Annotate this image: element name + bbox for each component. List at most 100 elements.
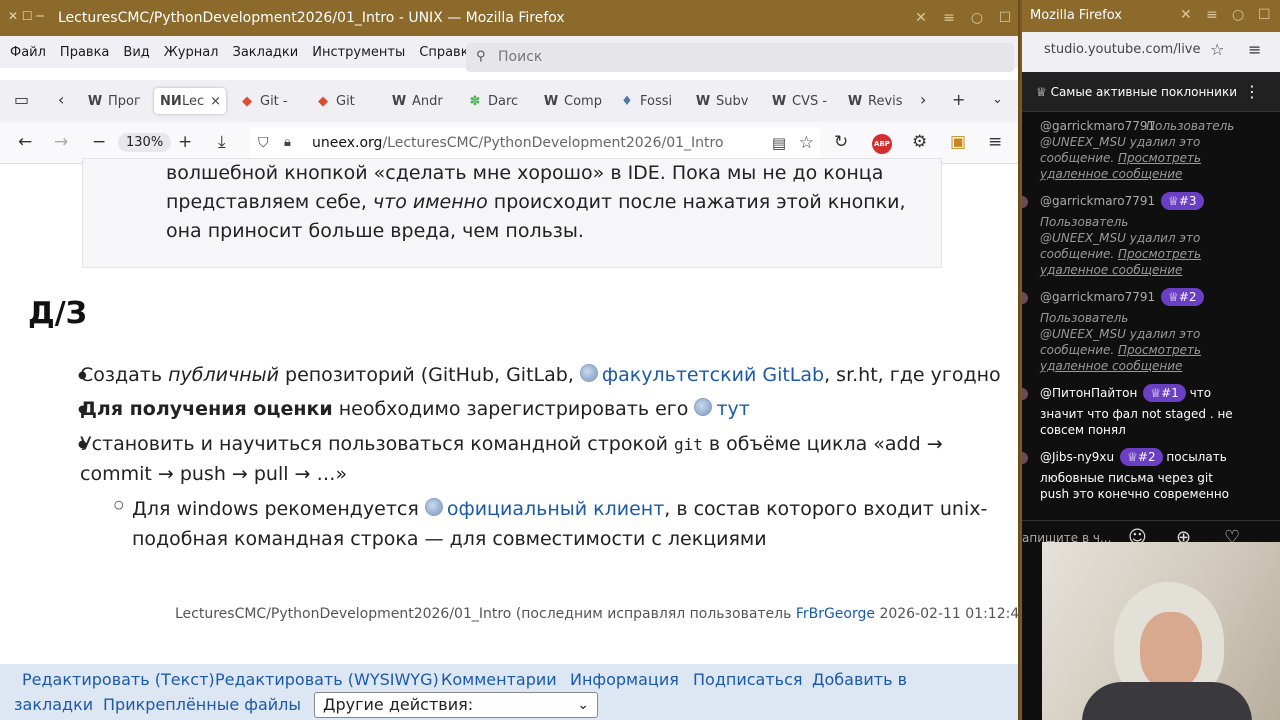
crown-icon: ♕ [1036, 85, 1051, 99]
crown-icon: ♕ [1168, 290, 1179, 304]
new-tab-icon[interactable]: + [952, 90, 965, 109]
chat-url-text: studio.youtube.com/live [1044, 42, 1201, 57]
tab-revision[interactable]: W Revis [846, 88, 910, 114]
window-titlebar[interactable]: ✕ ☐ ─ LecturesCMC/PythonDevelopment2026/… [0, 0, 1018, 36]
faculty-gitlab-link[interactable]: факультетский GitLab [602, 364, 824, 386]
menu-lines-icon[interactable]: ≡ [1206, 7, 1218, 23]
close-window-icon[interactable]: ✕ [1180, 7, 1192, 23]
tab-git-2[interactable]: ◆ Git [314, 88, 378, 114]
close-window-icon[interactable]: ✕ [912, 9, 930, 27]
fan-rank-badge: ♕#2 [1120, 448, 1163, 466]
official-client-link[interactable]: официальный клиент [447, 498, 664, 520]
page-info-footer: LecturesCMC/PythonDevelopment2026/01_Int… [175, 606, 1020, 622]
forward-arrow-icon[interactable]: → [54, 132, 68, 152]
shield-icon[interactable]: ⛉ [258, 135, 269, 151]
edit-text-link[interactable]: Редактировать (Текст) [22, 670, 215, 689]
menu-bookmarks[interactable]: Закладки [233, 45, 299, 60]
callout-text: волшебной кнопкой «сделать мне хорошо» в… [166, 162, 906, 242]
chat-window-title: Mozilla Firefox [1030, 8, 1122, 23]
back-arrow-icon[interactable]: ← [18, 132, 32, 152]
presenter-face [1140, 612, 1202, 690]
chat-url-bar[interactable]: studio.youtube.com/live ☆ ≡ [1022, 32, 1280, 72]
comments-link[interactable]: Комментарии [441, 670, 557, 689]
deleted-message-text: Пользователь @UNEEX_MSU удалил это сообщ… [1040, 119, 1235, 181]
maximize-icon[interactable]: ☐ [996, 9, 1014, 27]
top-fans-label[interactable]: ♕ Самые активные поклонники [1036, 85, 1237, 99]
menu-history[interactable]: Журнал [164, 45, 219, 60]
chat-author[interactable]: @garrickmaro7791 ♕#2 [1040, 288, 1204, 306]
menu-edit[interactable]: Правка [60, 45, 109, 60]
zoom-in-icon[interactable]: + [178, 132, 192, 152]
download-icon[interactable]: ⤓ [218, 132, 226, 152]
fossil-icon: ♦ [621, 93, 633, 109]
darcs-icon: ✽ [469, 93, 481, 109]
hamburger-menu-icon[interactable]: ≡ [1248, 40, 1261, 59]
list-item: Создать публичный репозиторий (GitHub, G… [78, 364, 1001, 386]
bookmark-star-icon[interactable]: ☆ [1210, 40, 1224, 59]
menu-file[interactable]: Файл [10, 45, 46, 60]
zoom-level[interactable]: 130% [118, 133, 172, 152]
chat-window-titlebar[interactable]: Mozilla Firefox ✕ ≡ ○ ☐ [1022, 0, 1280, 32]
reader-mode-icon[interactable]: ▤ [772, 134, 786, 152]
tab-overview-icon[interactable]: ▭ [14, 90, 29, 109]
author-link[interactable]: FrBrGeorge [796, 606, 875, 622]
hamburger-menu-icon[interactable]: ≡ [988, 132, 1002, 152]
chat-author[interactable]: @garrickmaro7791 ♕#3 [1040, 192, 1204, 210]
lock-icon[interactable]: 🔒︎ [284, 135, 291, 150]
tab-cvs[interactable]: W CVS - [770, 88, 834, 114]
tab-list-chevron-icon[interactable]: ⌄ [992, 92, 1003, 107]
chat-author[interactable]: @ПитонПайтон ♕#1 что [1040, 384, 1211, 402]
window-title: LecturesCMC/PythonDevelopment2026/01_Int… [58, 10, 565, 26]
restore-icon[interactable]: ○ [1232, 7, 1244, 23]
adblock-icon[interactable]: ABP [872, 134, 892, 154]
menu-view[interactable]: Вид [123, 45, 149, 60]
register-here-link[interactable]: тут [716, 398, 749, 420]
tab-scroll-left-icon[interactable]: ‹ [58, 90, 64, 109]
page-content: волшебной кнопкой «сделать мне хорошо» в… [0, 158, 1020, 664]
tab-darcs[interactable]: ✽ Darc [466, 88, 530, 114]
chat-author[interactable]: @Jibs-ny9xu ♕#2 посылать [1040, 448, 1227, 466]
maximize-icon[interactable]: ☐ [1258, 7, 1271, 23]
more-options-icon[interactable]: ⋮ [1244, 82, 1260, 101]
url-bar[interactable]: ⛉ 🔒︎ uneex.org/LecturesCMC/PythonDevelop… [250, 127, 820, 159]
avatar [1022, 388, 1028, 400]
reload-icon[interactable]: ↻ [834, 132, 848, 152]
zoom-out-icon[interactable]: − [92, 132, 106, 152]
wikipedia-icon: W [543, 93, 559, 109]
presenter-body [1082, 682, 1252, 720]
window-controls: ✕ ≡ ○ ☐ [912, 9, 1014, 27]
more-actions-select[interactable]: Другие действия: ⌄ [314, 692, 598, 718]
tab-programming[interactable]: W Прог [86, 88, 146, 114]
tab-fossil[interactable]: ♦ Fossi [618, 88, 682, 114]
tab-git-1[interactable]: ◆ Git - [238, 88, 302, 114]
window-menu-icon[interactable]: ✕ ☐ ─ [8, 9, 44, 23]
tab-scroll-right-icon[interactable]: › [920, 90, 926, 109]
chat-message-text: значит что фал not staged . не совсем по… [1040, 407, 1233, 437]
deleted-message-text: Пользователь @UNEEX_MSU удалил это сообщ… [1040, 311, 1202, 373]
edit-wysiwyg-link[interactable]: Редактировать (WYSIWYG) [215, 670, 439, 689]
tab-close-icon[interactable]: × [210, 94, 221, 109]
nexi-extension-icon[interactable]: ▣ [950, 132, 966, 152]
info-link[interactable]: Информация [570, 670, 679, 689]
search-input[interactable]: ⚲ Поиск [466, 43, 1014, 72]
tab-comparison[interactable]: W Comp [542, 88, 606, 114]
search-placeholder: Поиск [498, 49, 543, 65]
search-icon: ⚲ [476, 49, 486, 64]
list-item-continuation: commit → push → pull → …» [80, 463, 348, 485]
tab-lectures[interactable]: NИ Lec × [154, 88, 226, 114]
menu-lines-icon[interactable]: ≡ [940, 9, 958, 27]
add-bookmark-link-continued[interactable]: закладки [14, 695, 93, 714]
globe-icon [424, 498, 443, 516]
attachments-link[interactable]: Прикреплённые файлы [103, 695, 301, 714]
list-item: Установить и научиться пользоваться кома… [78, 433, 943, 455]
restore-icon[interactable]: ○ [968, 9, 986, 27]
crown-icon: ♕ [1150, 386, 1162, 400]
subscribe-link[interactable]: Подписаться [693, 670, 803, 689]
menu-tools[interactable]: Инструменты [312, 45, 405, 60]
tab-android[interactable]: W Andr [390, 88, 454, 114]
tab-subversion[interactable]: W Subv [694, 88, 758, 114]
add-bookmark-link[interactable]: Добавить в [812, 670, 907, 689]
extensions-icon[interactable]: ⚙ [912, 132, 927, 152]
bookmark-star-icon[interactable]: ☆ [799, 133, 814, 153]
git-icon: ◆ [318, 93, 328, 109]
